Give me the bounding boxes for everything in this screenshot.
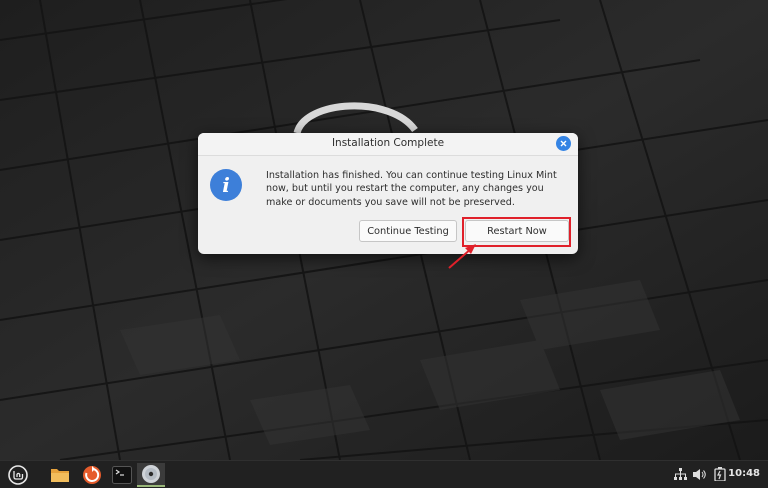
network-tray[interactable] xyxy=(673,467,687,481)
terminal-launcher[interactable] xyxy=(108,463,136,487)
volume-icon xyxy=(693,468,706,480)
dialog-message: Installation has finished. You can conti… xyxy=(266,170,557,208)
info-icon: i xyxy=(210,169,242,201)
terminal-icon xyxy=(112,466,132,484)
close-icon xyxy=(560,140,567,147)
volume-tray[interactable] xyxy=(693,467,707,481)
close-button[interactable] xyxy=(556,136,571,151)
battery-tray[interactable] xyxy=(713,467,727,481)
dialog-title: Installation Complete xyxy=(331,137,445,149)
installer-window-button[interactable] xyxy=(137,463,165,487)
update-manager-icon xyxy=(83,466,101,484)
menu-button[interactable] xyxy=(4,463,32,487)
install-disc-icon xyxy=(142,465,160,483)
files-folder-icon xyxy=(51,469,69,482)
update-manager-launcher[interactable] xyxy=(78,463,106,487)
files-launcher[interactable] xyxy=(46,463,74,487)
restart-highlight-box xyxy=(462,217,571,247)
continue-testing-button[interactable]: Continue Testing xyxy=(359,220,457,242)
network-icon xyxy=(673,467,687,480)
dialog-titlebar[interactable]: Installation Complete xyxy=(198,133,578,156)
taskbar: 10:48 xyxy=(0,460,768,488)
linux-mint-menu-icon xyxy=(8,465,28,485)
clock[interactable]: 10:48 xyxy=(728,468,760,479)
battery-icon xyxy=(714,467,726,481)
